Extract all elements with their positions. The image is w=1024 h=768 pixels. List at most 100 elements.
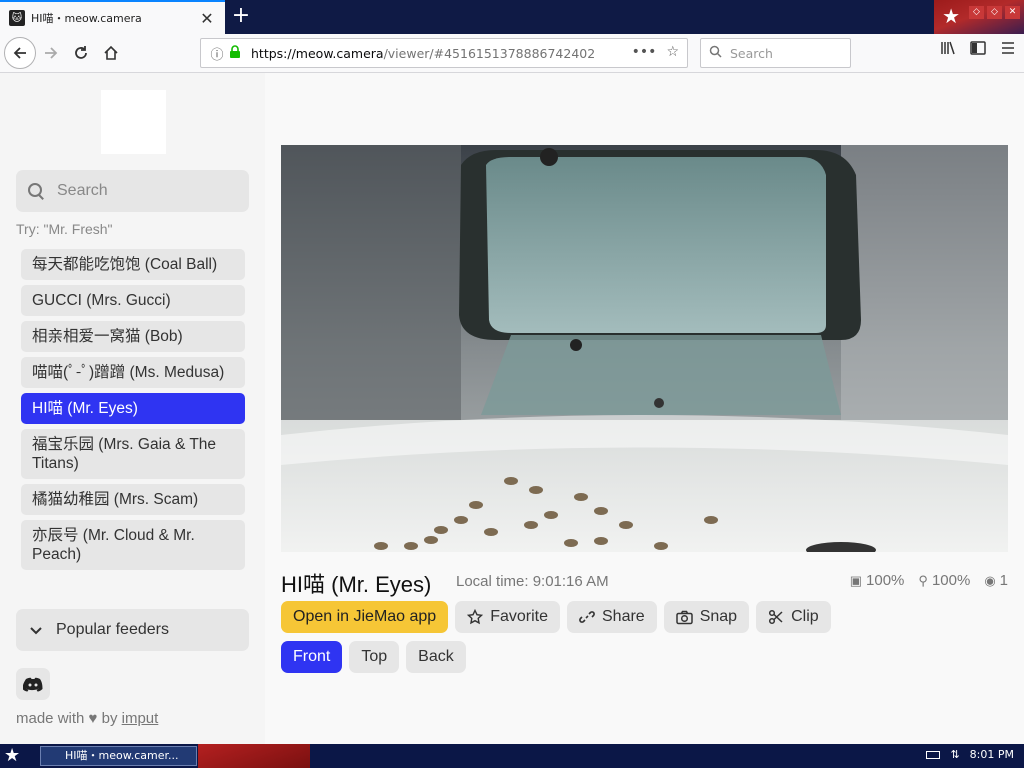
window-controls: ◇ ◇ ✕ [969, 6, 1020, 19]
battery-level: 100% [931, 572, 971, 589]
reload-icon [75, 46, 87, 59]
view-back-button[interactable]: Back [406, 641, 466, 673]
lock-icon[interactable] [229, 45, 245, 61]
chevron-down-icon [30, 622, 42, 638]
reload-button[interactable] [66, 38, 96, 68]
share-label: Share [602, 608, 645, 625]
camera-view-tabs: Front Top Back [281, 641, 466, 673]
url-bar[interactable]: ⓘ https://meow.camera/viewer/#4516151378… [200, 38, 688, 68]
camera-view: HI喵 (Mr. Eyes) Local time: 9:01:16 AM ▣ 1… [265, 73, 1024, 744]
page-actions-icon[interactable]: ••• [632, 44, 657, 60]
toolbar-icons [940, 41, 1016, 59]
star-decoration-icon: ★ [942, 4, 960, 28]
close-window-button[interactable]: ✕ [1005, 6, 1020, 19]
popular-feeders-toggle[interactable]: Popular feeders [16, 609, 249, 651]
search-icon [709, 45, 722, 61]
cat-search[interactable] [16, 170, 249, 212]
menu-icon[interactable] [1000, 41, 1016, 59]
taskbar-window-item[interactable]: HI喵・meow.camer... [40, 746, 197, 766]
clip-button[interactable]: Clip [756, 601, 831, 633]
info-icon[interactable]: ⓘ [205, 44, 229, 63]
feeder-item-mr-eyes[interactable]: HI喵 (Mr. Eyes) [21, 393, 245, 424]
feeder-item-mrs-gaia[interactable]: 福宝乐园 (Mrs. Gaia & The Titans) [21, 429, 245, 479]
home-button[interactable] [96, 38, 126, 68]
library-icon[interactable] [940, 41, 956, 59]
viewers-stat: ◉ 1 [984, 572, 1008, 589]
network-icon[interactable]: ⇅ [950, 748, 959, 761]
favorite-label: Favorite [490, 608, 548, 625]
start-star-icon[interactable]: ★ [4, 745, 20, 766]
browser-search-bar[interactable]: Search [700, 38, 851, 68]
eye-icon: ◉ [984, 573, 996, 588]
arrow-right-icon [45, 47, 58, 59]
view-top-button[interactable]: Top [349, 641, 400, 673]
camera-stats: ▣ 100% ⚲ 100% ◉ 1 [850, 572, 1008, 589]
view-front-button[interactable]: Front [281, 641, 343, 673]
taskbar-decoration [198, 744, 310, 768]
discord-icon [23, 677, 43, 691]
browser-search-placeholder: Search [730, 45, 773, 61]
share-button[interactable]: Share [567, 601, 657, 633]
page: Try: "Mr. Fresh" 每天都能吃饱饱 (Coal Ball) GUC… [0, 73, 1024, 744]
sidebar-toggle-icon[interactable] [970, 41, 986, 59]
tab-strip: 🐱 HI喵・meow.camera ✕ + ★ ◇ ◇ ✕ [0, 0, 1024, 34]
close-tab-icon[interactable]: ✕ [195, 9, 219, 28]
arrow-left-icon [13, 47, 26, 59]
bookmark-star-icon[interactable]: ☆ [666, 44, 679, 60]
viewer-count: 1 [999, 572, 1008, 589]
feeder-item-mr-cloud[interactable]: 亦辰号 (Mr. Cloud & Mr. Peach) [21, 520, 245, 570]
by-text: by [101, 710, 118, 727]
back-button[interactable] [4, 37, 36, 69]
maximize-button[interactable]: ◇ [987, 6, 1002, 19]
cat-favicon-icon: 🐱 [9, 10, 25, 26]
cat-search-input[interactable] [57, 182, 237, 200]
browser-tab[interactable]: 🐱 HI喵・meow.camera ✕ [0, 0, 225, 34]
snap-button[interactable]: Snap [663, 601, 750, 633]
forward-button[interactable] [36, 38, 66, 68]
new-tab-button[interactable]: + [229, 4, 253, 28]
link-icon [579, 611, 595, 623]
camera-title: HI喵 (Mr. Eyes) [281, 572, 432, 597]
feeder-item-bob[interactable]: 相亲相爱一窝猫 (Bob) [21, 321, 245, 352]
discord-button[interactable] [16, 668, 50, 700]
food-level: 100% [866, 572, 905, 589]
camera-actions: Open in JieMao app Favorite Share Snap C… [281, 601, 831, 633]
made-with-text: made with [16, 710, 85, 727]
heart-icon: ♥ [88, 710, 98, 727]
search-icon [28, 183, 44, 199]
snap-label: Snap [699, 608, 738, 625]
url-host: https://meow.camera [251, 45, 384, 61]
battery-stat: ⚲ 100% [918, 572, 970, 589]
local-time: Local time: 9:01:16 AM [456, 573, 609, 590]
url-path: /viewer/#4516151378886742402 [383, 45, 596, 61]
keyboard-icon[interactable] [926, 750, 941, 759]
camera-video-feed[interactable] [281, 145, 1008, 552]
feeder-item-mrs-gucci[interactable]: GUCCI (Mrs. Gucci) [21, 285, 245, 316]
site-logo[interactable] [101, 90, 166, 154]
home-icon [104, 45, 118, 60]
url-text: https://meow.camera/viewer/#451615137888… [251, 46, 595, 61]
feeder-item-ms-medusa[interactable]: 喵喵(ﾟ-ﾟ)蹭蹭 (Ms. Medusa) [21, 357, 245, 388]
footer-credit: made with ♥ by imput [16, 710, 158, 727]
system-tray: ⇅ 8:01 PM [926, 748, 1014, 761]
camera-icon [675, 610, 693, 624]
star-icon [467, 609, 484, 625]
food-bag-icon: ▣ [849, 573, 863, 588]
feeder-item-mrs-scam[interactable]: 橘猫幼稚园 (Mrs. Scam) [21, 484, 245, 515]
feeder-item-coal-ball[interactable]: 每天都能吃饱饱 (Coal Ball) [21, 249, 245, 280]
imput-link[interactable]: imput [122, 710, 159, 727]
navigation-bar: ⓘ https://meow.camera/viewer/#4516151378… [0, 34, 1024, 73]
treat-icon: ⚲ [918, 573, 928, 588]
scissors-icon [769, 609, 783, 625]
feeder-interior-image [281, 145, 1008, 552]
favorite-button[interactable]: Favorite [455, 601, 560, 633]
os-taskbar: ★ HI喵・meow.camer... ⇅ 8:01 PM [0, 744, 1024, 768]
feeder-list: 每天都能吃饱饱 (Coal Ball) GUCCI (Mrs. Gucci) 相… [21, 249, 245, 575]
clock[interactable]: 8:01 PM [970, 748, 1014, 761]
search-hint: Try: "Mr. Fresh" [16, 221, 113, 237]
clip-label: Clip [791, 608, 819, 625]
food-stat: ▣ 100% [850, 572, 905, 589]
open-app-button[interactable]: Open in JieMao app [281, 601, 449, 633]
sidebar: Try: "Mr. Fresh" 每天都能吃饱饱 (Coal Ball) GUC… [0, 73, 265, 744]
minimize-button[interactable]: ◇ [969, 6, 984, 19]
